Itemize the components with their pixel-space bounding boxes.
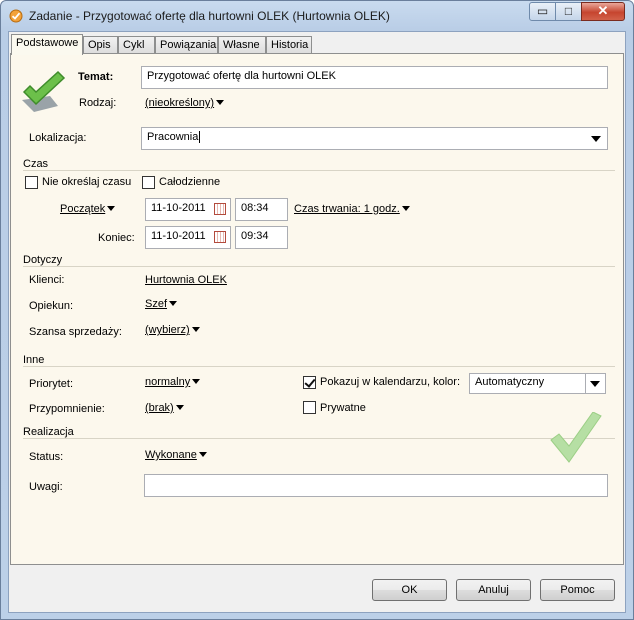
subject-label: Temat: xyxy=(78,71,114,83)
start-date-input[interactable]: 11-10-2011 xyxy=(145,198,231,221)
priority-label: Priorytet: xyxy=(29,378,74,390)
color-combo[interactable]: Automatyczny xyxy=(469,373,606,394)
close-button[interactable]: ✕ xyxy=(581,2,625,21)
minimize-icon: ▭ xyxy=(536,4,549,18)
guardian-label: Opiekun: xyxy=(29,300,74,312)
type-label: Rodzaj: xyxy=(79,97,117,109)
chevron-down-icon xyxy=(191,327,200,332)
duration-label: Czas trwania: 1 godz. xyxy=(294,203,400,215)
dialog-client: Podstawowe Opis Cykl Powiązania Własne H… xyxy=(8,31,626,613)
tab-opis[interactable]: Opis xyxy=(83,36,118,54)
end-date-value: 11-10-2011 xyxy=(151,230,206,242)
task-window: Zadanie - Przygotować ofertę dla hurtown… xyxy=(0,0,634,620)
clients-label: Klienci: xyxy=(29,274,65,286)
tab-podstawowe[interactable]: Podstawowe xyxy=(11,34,83,55)
clients-link[interactable]: Hurtownia OLEK xyxy=(145,274,227,286)
status-dropdown[interactable]: Wykonane xyxy=(145,449,207,461)
done-checkmark-icon xyxy=(550,412,602,463)
no-time-checkbox[interactable] xyxy=(25,176,38,189)
private-label: Prywatne xyxy=(320,402,366,414)
cancel-button[interactable]: Anuluj xyxy=(456,579,531,601)
chance-dropdown[interactable]: (wybierz) xyxy=(145,324,200,336)
divider xyxy=(23,366,615,367)
section-other: Inne xyxy=(23,354,45,366)
reminder-dropdown[interactable]: (brak) xyxy=(145,402,184,414)
ok-button[interactable]: OK xyxy=(372,579,447,601)
tab-historia[interactable]: Historia xyxy=(266,36,312,54)
chevron-down-icon xyxy=(591,136,601,142)
maximize-icon: □ xyxy=(564,4,573,18)
help-button[interactable]: Pomoc xyxy=(540,579,615,601)
chevron-down-icon xyxy=(175,405,184,410)
chance-value: (wybierz) xyxy=(145,324,190,336)
type-value: (nieokreślony) xyxy=(145,97,215,109)
chevron-down-icon xyxy=(169,301,178,306)
all-day-label: Całodzienne xyxy=(159,176,221,188)
task-checkmark-icon xyxy=(22,70,66,112)
location-value: Pracownia xyxy=(147,131,199,143)
chevron-down-icon xyxy=(401,206,410,211)
section-realization: Realizacja xyxy=(23,426,74,438)
divider xyxy=(23,266,615,267)
task-app-icon xyxy=(9,9,23,23)
status-label: Status: xyxy=(29,451,64,463)
tab-cykl[interactable]: Cykl xyxy=(118,36,155,54)
color-value: Automatyczny xyxy=(475,376,545,388)
subject-input[interactable]: Przygotować ofertę dla hurtowni OLEK xyxy=(141,66,608,89)
tab-wlasne[interactable]: Własne xyxy=(218,36,266,54)
show-in-calendar-checkbox[interactable] xyxy=(303,376,316,389)
start-date-value: 11-10-2011 xyxy=(151,202,206,214)
title-bar[interactable]: Zadanie - Przygotować ofertę dla hurtown… xyxy=(1,1,633,31)
all-day-checkbox[interactable] xyxy=(142,176,155,189)
maximize-button[interactable]: □ xyxy=(555,2,582,21)
section-time: Czas xyxy=(23,158,49,170)
start-time-input[interactable]: 08:34 xyxy=(235,198,288,221)
chance-label: Szansa sprzedaży: xyxy=(29,326,122,338)
guardian-value: Szef xyxy=(145,298,168,310)
tab-powiazania[interactable]: Powiązania xyxy=(155,36,218,54)
divider xyxy=(23,170,615,171)
section-concerns: Dotyczy xyxy=(23,254,63,266)
notes-label: Uwagi: xyxy=(29,481,63,493)
end-time-input[interactable]: 09:34 xyxy=(235,226,288,249)
minimize-button[interactable]: ▭ xyxy=(529,2,556,21)
notes-input[interactable] xyxy=(144,474,608,497)
duration-dropdown[interactable]: Czas trwania: 1 godz. xyxy=(294,203,410,215)
calendar-icon[interactable] xyxy=(214,203,226,215)
no-time-label: Nie określaj czasu xyxy=(42,176,132,188)
chevron-down-icon xyxy=(107,206,116,211)
end-date-input[interactable]: 11-10-2011 xyxy=(145,226,231,249)
start-label: Początek xyxy=(60,203,106,215)
window-title: Zadanie - Przygotować ofertę dla hurtown… xyxy=(29,9,390,23)
end-label: Koniec: xyxy=(98,232,135,244)
guardian-dropdown[interactable]: Szef xyxy=(145,298,178,310)
location-combo[interactable]: Pracownia xyxy=(141,127,608,150)
chevron-down-icon xyxy=(590,381,600,387)
chevron-down-icon xyxy=(192,379,201,384)
calendar-icon[interactable] xyxy=(214,231,226,243)
show-in-calendar-label: Pokazuj w kalendarzu, kolor: xyxy=(320,376,461,388)
location-label: Lokalizacja: xyxy=(29,132,87,144)
reminder-value: (brak) xyxy=(145,402,174,414)
basic-tab-panel: Temat: Przygotować ofertę dla hurtowni O… xyxy=(10,53,624,565)
close-icon: ✕ xyxy=(597,3,609,18)
priority-value: normalny xyxy=(145,376,191,388)
type-dropdown[interactable]: (nieokreślony) xyxy=(145,97,225,109)
chevron-down-icon xyxy=(216,100,225,105)
chevron-down-icon xyxy=(198,452,207,457)
start-dropdown[interactable]: Początek xyxy=(60,203,116,215)
private-checkbox[interactable] xyxy=(303,401,316,414)
priority-dropdown[interactable]: normalny xyxy=(145,376,201,388)
divider xyxy=(23,438,615,439)
reminder-label: Przypomnienie: xyxy=(29,403,105,415)
status-value: Wykonane xyxy=(145,449,197,461)
